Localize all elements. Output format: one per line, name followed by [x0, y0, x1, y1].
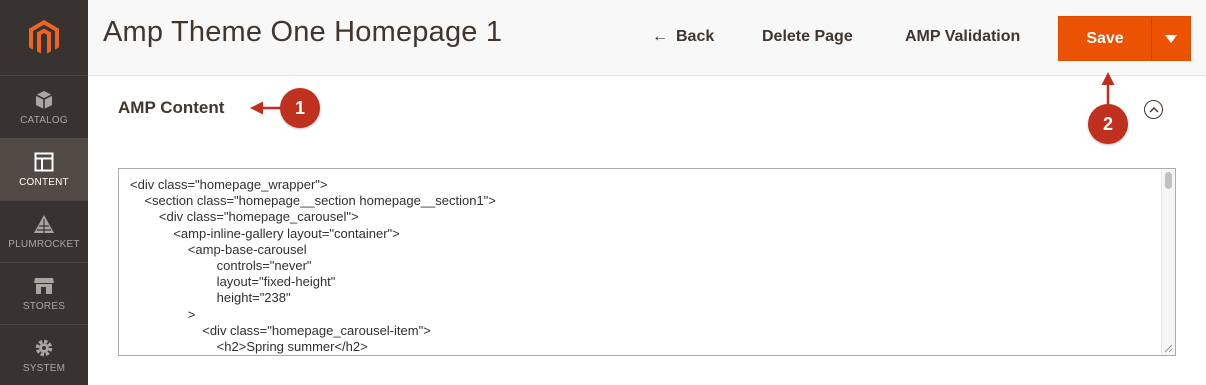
back-label: Back [676, 28, 715, 45]
code-line: <div class="homepage_carousel"> [130, 209, 359, 225]
page-header: Amp Theme One Homepage 1 ← Back Delete Pa… [88, 0, 1206, 76]
nav-item-system[interactable]: SYSTEM [0, 324, 88, 385]
code-line: layout="fixed-height" [130, 274, 336, 290]
scrollbar-thumb[interactable] [1165, 172, 1172, 189]
save-split-button: Save [1058, 16, 1191, 61]
arrow-left-icon: ← [652, 28, 668, 45]
code-line: <div class="homepage_carousel-item"> [130, 322, 431, 338]
resize-handle-icon[interactable] [1164, 344, 1173, 353]
section-title[interactable]: AMP Content [118, 98, 224, 118]
annotation-marker-1: 1 [280, 88, 320, 128]
admin-sidebar: CATALOG CONTENT PLUMROCKET STORES SYSTEM [0, 0, 88, 385]
code-line: height="238" [130, 290, 291, 306]
annotation-marker-2: 2 [1088, 104, 1128, 144]
editor-code: <div class="homepage_wrapper"> <section … [130, 177, 496, 355]
code-line: <section class="homepage__section homepa… [130, 193, 496, 209]
code-line: <h2>Spring summer</h2> [130, 339, 368, 355]
code-line: <div class="homepage_wrapper"> [130, 177, 328, 192]
nav-item-plumrocket[interactable]: PLUMROCKET [0, 200, 88, 262]
nav-item-stores[interactable]: STORES [0, 262, 88, 324]
caret-down-icon [1165, 34, 1177, 43]
save-button[interactable]: Save [1059, 17, 1151, 60]
code-line: <amp-base-carousel [130, 241, 307, 257]
save-options-toggle[interactable] [1152, 17, 1190, 60]
collapse-section-button[interactable] [1144, 100, 1163, 119]
nav-label: CONTENT [19, 176, 69, 188]
back-button[interactable]: ← Back [652, 28, 714, 46]
code-line: controls="never" [130, 258, 312, 274]
nav-item-catalog[interactable]: CATALOG [0, 76, 88, 138]
layout-icon [33, 151, 55, 173]
amp-content-editor[interactable]: <div class="homepage_wrapper"> <section … [118, 168, 1176, 356]
plumrocket-icon [33, 213, 55, 235]
magento-logo-icon [29, 19, 59, 53]
nav-label: CATALOG [20, 114, 68, 126]
nav-label: STORES [22, 300, 66, 312]
delete-page-button[interactable]: Delete Page [762, 28, 853, 46]
editor-scrollbar[interactable] [1161, 169, 1175, 355]
gear-icon [33, 337, 55, 359]
nav-label: PLUMROCKET [8, 238, 80, 250]
code-line: <amp-inline-gallery layout="container"> [130, 225, 400, 241]
chevron-up-icon [1149, 106, 1158, 112]
amp-validation-button[interactable]: AMP Validation [905, 28, 1020, 46]
cube-icon [33, 89, 55, 111]
store-icon [33, 275, 55, 297]
page-title: Amp Theme One Homepage 1 [103, 16, 503, 48]
magento-logo[interactable] [0, 0, 88, 75]
nav-label: SYSTEM [22, 362, 66, 374]
code-line: > [130, 306, 196, 322]
nav-item-content[interactable]: CONTENT [0, 138, 88, 200]
